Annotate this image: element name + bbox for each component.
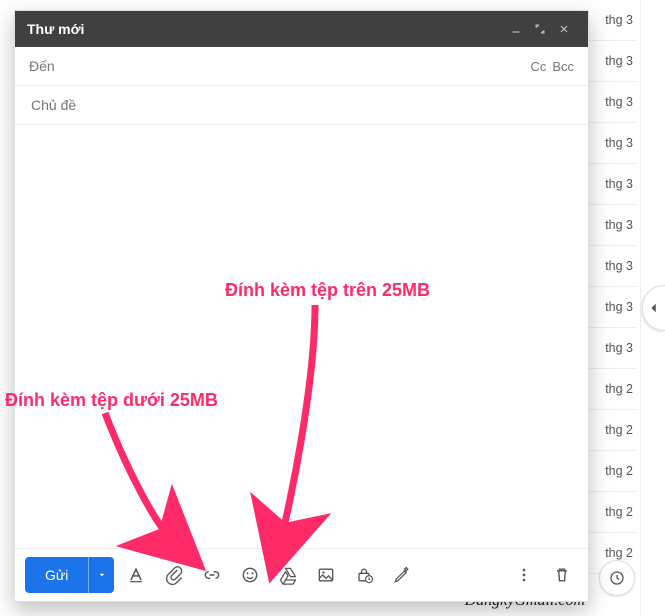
formatting-button[interactable] bbox=[120, 559, 152, 591]
list-item: thg 2 bbox=[587, 410, 637, 451]
list-item: thg 3 bbox=[587, 287, 637, 328]
drive-icon bbox=[278, 565, 298, 585]
minimize-button[interactable] bbox=[504, 17, 528, 41]
annotation-over25: Đính kèm tệp trên 25MB bbox=[225, 280, 430, 301]
compose-title: Thư mới bbox=[27, 21, 504, 37]
send-options-button[interactable] bbox=[88, 557, 114, 593]
compose-header: Thư mới bbox=[15, 11, 588, 47]
compose-toolbar: Gửi bbox=[15, 548, 588, 601]
pen-button[interactable] bbox=[386, 559, 418, 591]
fullscreen-button[interactable] bbox=[528, 17, 552, 41]
list-item: thg 3 bbox=[587, 82, 637, 123]
confidential-button[interactable] bbox=[348, 559, 380, 591]
list-item: thg 3 bbox=[587, 246, 637, 287]
annotation-under25: Đính kèm tệp dưới 25MB bbox=[5, 390, 218, 411]
link-icon bbox=[202, 565, 222, 585]
minimize-icon bbox=[510, 23, 522, 35]
compose-body[interactable]: Đính kèm tệp trên 25MB Đính kèm tệp dưới… bbox=[15, 125, 588, 548]
to-label: Đến bbox=[29, 58, 55, 74]
more-options-button[interactable] bbox=[508, 559, 540, 591]
emoji-button[interactable] bbox=[234, 559, 266, 591]
list-item: thg 3 bbox=[587, 205, 637, 246]
list-item: thg 3 bbox=[587, 123, 637, 164]
send-button[interactable]: Gửi bbox=[25, 557, 88, 593]
bcc-button[interactable]: Bcc bbox=[552, 59, 574, 74]
list-item: thg 3 bbox=[587, 164, 637, 205]
emoji-icon bbox=[240, 565, 260, 585]
image-button[interactable] bbox=[310, 559, 342, 591]
cc-button[interactable]: Cc bbox=[530, 59, 546, 74]
lock-clock-icon bbox=[354, 565, 374, 585]
send-group: Gửi bbox=[25, 557, 114, 593]
compose-window: Thư mới Đến Cc Bcc Đính kèm tệp trên 25M… bbox=[14, 10, 589, 602]
paperclip-icon bbox=[164, 565, 184, 585]
pen-icon bbox=[392, 565, 412, 585]
close-button[interactable] bbox=[552, 17, 576, 41]
recent-activity-button[interactable] bbox=[599, 560, 635, 596]
drive-button[interactable] bbox=[272, 559, 304, 591]
close-icon bbox=[558, 23, 570, 35]
clock-icon bbox=[608, 569, 626, 587]
image-icon bbox=[316, 565, 336, 585]
annotation-arrows bbox=[15, 125, 588, 585]
trash-icon bbox=[552, 565, 572, 585]
text-format-icon bbox=[126, 565, 146, 585]
subject-input[interactable] bbox=[29, 96, 574, 114]
list-item: thg 3 bbox=[587, 41, 637, 82]
to-input[interactable] bbox=[55, 57, 525, 75]
mail-list-dates: thg 3 thg 3 thg 3 thg 3 thg 3 thg 3 thg … bbox=[587, 0, 637, 574]
chevron-down-icon bbox=[97, 570, 107, 580]
link-button[interactable] bbox=[196, 559, 228, 591]
expand-icon bbox=[534, 23, 546, 35]
subject-field-row[interactable] bbox=[15, 86, 588, 125]
discard-button[interactable] bbox=[546, 559, 578, 591]
more-vertical-icon bbox=[514, 565, 534, 585]
to-field-row[interactable]: Đến Cc Bcc bbox=[15, 47, 588, 86]
list-item: thg 2 bbox=[587, 369, 637, 410]
list-item: thg 2 bbox=[587, 492, 637, 533]
list-item: thg 2 bbox=[587, 451, 637, 492]
attach-button[interactable] bbox=[158, 559, 190, 591]
list-item: thg 3 bbox=[587, 0, 637, 41]
list-item: thg 3 bbox=[587, 328, 637, 369]
chevron-left-icon bbox=[647, 301, 661, 315]
